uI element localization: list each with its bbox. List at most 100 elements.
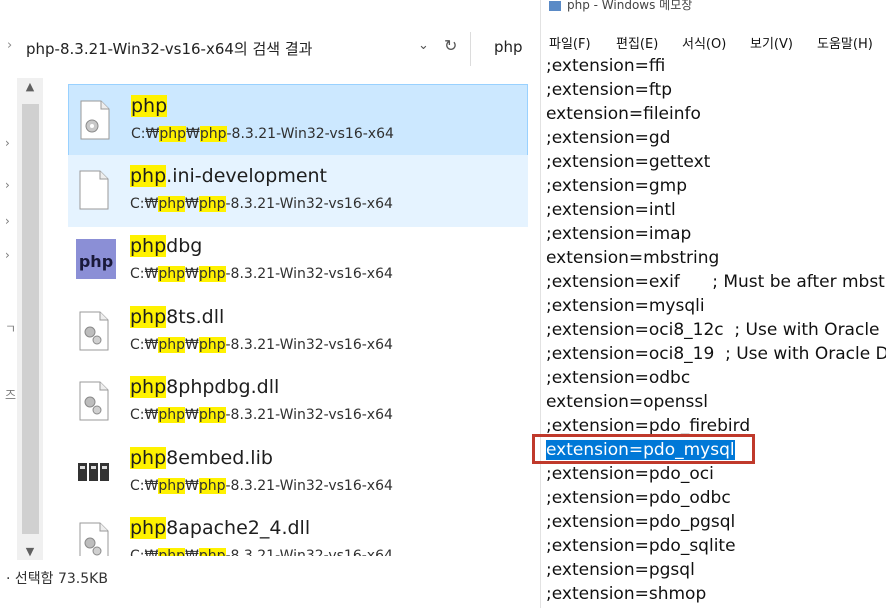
line-text: ;extension=exif ; Must be after mbstring… xyxy=(546,272,886,292)
address-divider xyxy=(470,32,471,66)
nav-chevron-icon[interactable]: › xyxy=(5,178,10,192)
name-highlight: php xyxy=(130,446,167,469)
search-result-row[interactable]: php phpdbg C:₩php₩php-8.3.21-Win32-vs16-x6… xyxy=(68,225,528,297)
text-line[interactable]: ;extension=intl xyxy=(546,198,886,222)
name-highlight: php xyxy=(130,517,167,539)
file-name: php8ts.dll xyxy=(130,305,224,328)
notepad-title-bar[interactable]: php - Windows 메모장 xyxy=(549,0,692,14)
file-name: php8phpdbg.dll xyxy=(130,376,279,398)
line-text: ;extension=gd xyxy=(546,128,671,148)
path-highlight: php xyxy=(158,266,185,282)
menu-view[interactable]: 보기(V) xyxy=(750,33,793,52)
text-line[interactable]: extension=mbstring xyxy=(546,246,886,270)
navigation-pane-edge: › › › › ㄱ 즈 xyxy=(0,76,16,566)
menu-edit[interactable]: 편집(E) xyxy=(616,33,658,52)
path-highlight: php xyxy=(198,407,226,423)
vertical-scrollbar[interactable]: ▲ ▼ xyxy=(17,78,43,560)
search-result-row[interactable]: php C:₩php₩php-8.3.21-Win32-vs16-x64 xyxy=(68,84,528,156)
line-text: ;extension=pdo_pgsql xyxy=(546,512,736,532)
file-path: C:₩php₩php-8.3.21-Win32-vs16-x64 xyxy=(130,407,393,423)
nav-label-fragment[interactable]: ㄱ xyxy=(5,320,16,337)
file-path: C:₩php₩php-8.3.21-Win32-vs16-x64 xyxy=(130,548,393,556)
path-separator: ₩ xyxy=(185,548,199,556)
file-path: C:₩php₩php-8.3.21-Win32-vs16-x64 xyxy=(130,477,393,494)
line-text: ;extension=oci8_19 ; Use with Oracle Dat… xyxy=(546,344,886,364)
nav-chevron-icon[interactable]: › xyxy=(5,214,10,228)
chevron-down-icon[interactable]: ⌄ xyxy=(418,38,429,53)
text-line[interactable]: ;extension=gettext xyxy=(546,150,886,174)
breadcrumb-chevron-icon[interactable]: › xyxy=(7,38,12,53)
text-line[interactable]: ;extension=pdo_odbc xyxy=(546,486,886,510)
nav-chevron-icon[interactable]: › xyxy=(5,248,10,262)
text-line[interactable]: ;extension=mysqli xyxy=(546,294,886,318)
text-editor-area[interactable]: ;extension=ffi ;extension=ftp extension=fi… xyxy=(546,54,886,606)
file-path: C:₩php₩php-8.3.21-Win32-vs16-x64 xyxy=(130,195,393,212)
text-line[interactable]: ;extension=pdo_oci xyxy=(546,462,886,486)
scrollbar-thumb[interactable] xyxy=(22,104,39,534)
path-highlight: php xyxy=(198,477,226,494)
name-highlight: php xyxy=(130,164,167,187)
window-gap xyxy=(528,0,540,608)
menu-file[interactable]: 파일(F) xyxy=(549,33,591,52)
text-line[interactable]: ;extension=shmop xyxy=(546,582,886,606)
text-line[interactable]: ;extension=oci8_12c ; Use with Oracle Da… xyxy=(546,318,886,342)
address-text[interactable]: php-8.3.21-Win32-vs16-x64의 검색 결과 xyxy=(26,38,312,59)
file-path: C:₩php₩php-8.3.21-Win32-vs16-x64 xyxy=(131,126,394,142)
path-highlight: php xyxy=(158,195,185,212)
text-line[interactable]: ;extension=exif ; Must be after mbstring… xyxy=(546,270,886,294)
nav-chevron-icon[interactable]: › xyxy=(5,136,10,150)
line-text: ;extension=pgsql xyxy=(546,560,695,580)
refresh-icon[interactable]: ↻ xyxy=(444,36,457,55)
notepad-title: php - Windows 메모장 xyxy=(567,0,693,12)
text-line[interactable]: ;extension=pgsql xyxy=(546,558,886,582)
path-rest: -8.3.21-Win32-vs16-x64 xyxy=(225,266,393,282)
search-result-row[interactable]: php8phpdbg.dll C:₩php₩php-8.3.21-Win32-vs… xyxy=(68,366,528,438)
name-rest: dbg xyxy=(166,235,203,257)
path-highlight: php xyxy=(198,548,226,556)
path-prefix: C:₩ xyxy=(130,336,159,353)
path-rest: -8.3.21-Win32-vs16-x64 xyxy=(225,195,393,212)
line-text: ;extension=mysqli xyxy=(546,296,705,316)
path-highlight: php xyxy=(199,126,227,142)
text-line[interactable]: extension=openssl xyxy=(546,390,886,414)
text-line[interactable]: ;extension=odbc xyxy=(546,366,886,390)
php-logo-icon: php xyxy=(76,239,116,281)
text-line[interactable]: ;extension=ffi xyxy=(546,54,886,78)
file-path: C:₩php₩php-8.3.21-Win32-vs16-x64 xyxy=(130,266,393,282)
file-name: php8embed.lib xyxy=(130,446,273,469)
line-text: ;extension=imap xyxy=(546,224,692,244)
notepad-window: php - Windows 메모장 파일(F) 편집(E) 서식(O) 보기(V… xyxy=(540,0,886,608)
name-highlight: php xyxy=(130,376,167,398)
search-result-row[interactable]: php8embed.lib C:₩php₩php-8.3.21-Win32-vs1… xyxy=(68,437,528,509)
path-highlight: php xyxy=(198,195,226,212)
nav-label-fragment[interactable]: 즈 xyxy=(5,386,16,403)
line-text: ;extension=pdo_sqlite xyxy=(546,536,736,556)
selection-size-status: · 선택함 73.5KB xyxy=(6,571,108,587)
address-bar[interactable]: › php-8.3.21-Win32-vs16-x64의 검색 결과 ⌄ ↻ p… xyxy=(0,28,528,68)
text-line[interactable]: ;extension=gmp xyxy=(546,174,886,198)
path-highlight: php xyxy=(158,407,185,423)
text-line[interactable]: ;extension=ftp xyxy=(546,78,886,102)
library-file-icon xyxy=(76,451,112,493)
search-result-row[interactable]: php8apache2_4.dll C:₩php₩php-8.3.21-Win32… xyxy=(68,507,528,556)
menu-bar: 파일(F) 편집(E) 서식(O) 보기(V) 도움말(H) xyxy=(541,30,886,52)
line-text: extension=mbstring xyxy=(546,248,720,268)
text-line[interactable]: extension=fileinfo xyxy=(546,102,886,126)
blank-file-icon xyxy=(76,169,112,211)
scroll-down-icon[interactable]: ▼ xyxy=(17,545,43,558)
path-highlight: php xyxy=(198,336,226,353)
scroll-up-icon[interactable]: ▲ xyxy=(17,80,43,93)
text-line[interactable]: ;extension=pdo_sqlite xyxy=(546,534,886,558)
search-result-row[interactable]: php8ts.dll C:₩php₩php-8.3.21-Win32-vs16-x… xyxy=(68,296,528,368)
search-input[interactable]: php xyxy=(494,38,523,56)
menu-format[interactable]: 서식(O) xyxy=(682,33,726,52)
search-result-row[interactable]: php.ini-development C:₩php₩php-8.3.21-Win… xyxy=(68,154,528,227)
line-text: ;extension=ftp xyxy=(546,80,672,100)
text-line[interactable]: ;extension=oci8_19 ; Use with Oracle Dat… xyxy=(546,342,886,366)
text-line[interactable]: ;extension=gd xyxy=(546,126,886,150)
path-rest: -8.3.21-Win32-vs16-x64 xyxy=(225,548,393,556)
text-line[interactable]: ;extension=pdo_pgsql xyxy=(546,510,886,534)
path-separator: ₩ xyxy=(186,126,200,142)
menu-help[interactable]: 도움말(H) xyxy=(817,33,873,52)
text-line[interactable]: ;extension=imap xyxy=(546,222,886,246)
